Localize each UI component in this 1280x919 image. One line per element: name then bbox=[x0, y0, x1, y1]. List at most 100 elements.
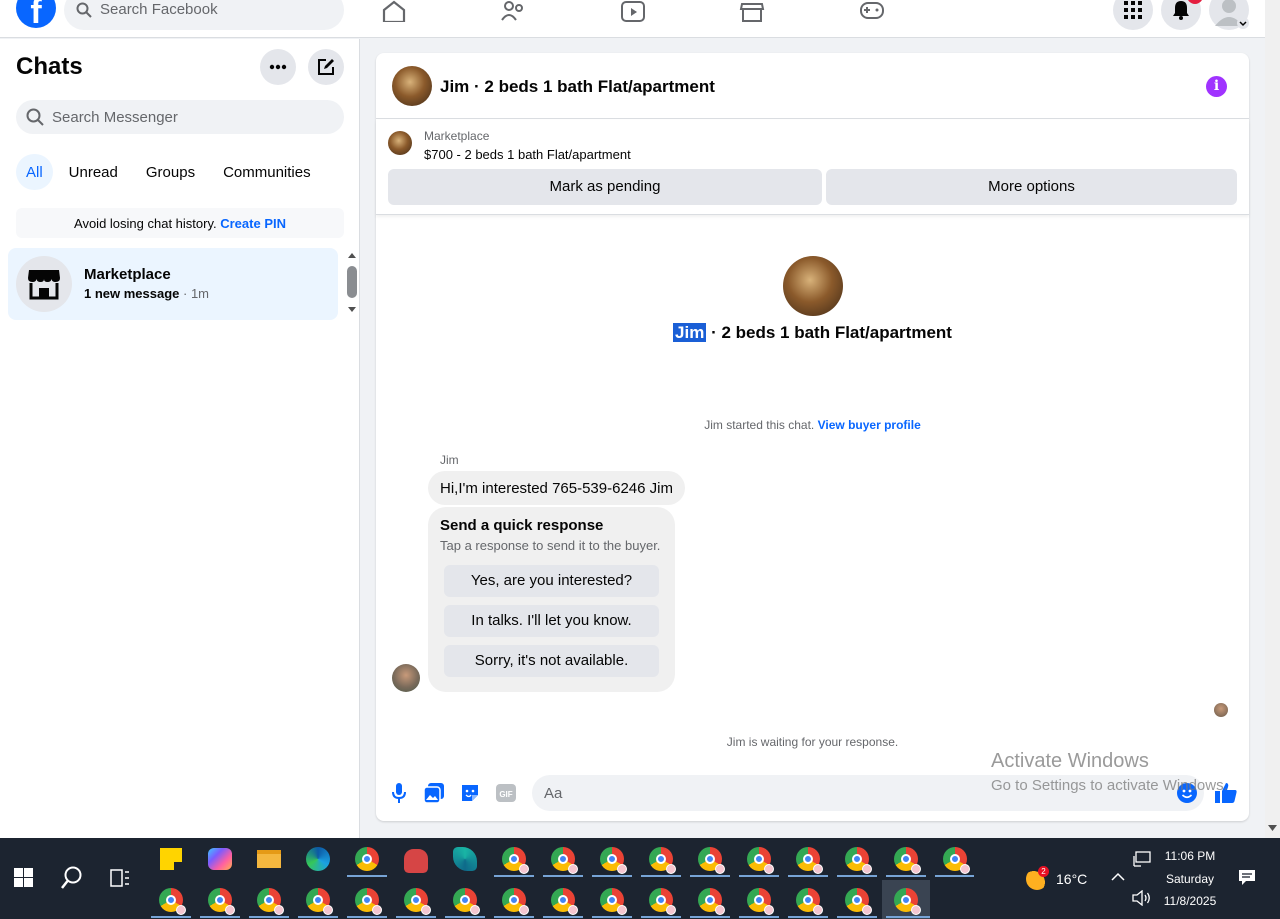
chrome-window-icon[interactable] bbox=[551, 888, 578, 915]
create-pin-link[interactable]: Create PIN bbox=[220, 216, 286, 231]
conversation-title[interactable]: Jim · 2 beds 1 bath Flat/apartment bbox=[440, 77, 715, 97]
chrome-window-icon[interactable] bbox=[355, 888, 382, 915]
marketplace-icon[interactable] bbox=[739, 0, 765, 22]
chrome-window-icon[interactable] bbox=[747, 888, 774, 915]
sidebar-scrollbar[interactable] bbox=[347, 266, 357, 298]
clock-day[interactable]: Saturday bbox=[1160, 872, 1220, 886]
chrome-window-icon[interactable] bbox=[796, 847, 823, 874]
chrome-icon[interactable] bbox=[355, 847, 379, 871]
chat-started-note: Jim started this chat. View buyer profil… bbox=[376, 418, 1249, 432]
quick-response-option[interactable]: In talks. I'll let you know. bbox=[444, 605, 659, 637]
messenger-search-input[interactable]: Search Messenger bbox=[16, 100, 344, 134]
scroll-down-icon[interactable] bbox=[347, 306, 357, 314]
watermark-line2: Go to Settings to activate Windows. bbox=[991, 777, 1228, 794]
gaming-icon[interactable] bbox=[859, 0, 885, 22]
windows-start-icon[interactable] bbox=[14, 868, 33, 887]
chrome-window-icon[interactable] bbox=[159, 888, 186, 915]
chrome-window-icon[interactable] bbox=[698, 888, 725, 915]
more-icon bbox=[269, 64, 287, 70]
quick-response-option[interactable]: Yes, are you interested? bbox=[444, 565, 659, 597]
more-options-button[interactable]: More options bbox=[826, 169, 1237, 205]
chrome-window-icon[interactable] bbox=[502, 888, 529, 915]
sticker-icon bbox=[462, 785, 478, 801]
chrome-window-icon[interactable] bbox=[453, 888, 480, 915]
filter-unread[interactable]: Unread bbox=[57, 154, 130, 190]
listing-title[interactable]: $700 - 2 beds 1 bath Flat/apartment bbox=[424, 147, 631, 162]
scroll-down-icon[interactable] bbox=[1268, 825, 1277, 832]
account-avatar[interactable] bbox=[1209, 0, 1249, 30]
chrome-window-icon[interactable] bbox=[845, 847, 872, 874]
chrome-window-icon[interactable] bbox=[306, 888, 333, 915]
highlighted-name: Jim bbox=[673, 323, 707, 342]
chrome-window-icon[interactable] bbox=[649, 847, 676, 874]
running-indicator bbox=[347, 875, 387, 877]
chrome-window-icon[interactable] bbox=[208, 888, 235, 915]
video-icon[interactable] bbox=[620, 0, 646, 22]
photo-icon bbox=[424, 783, 444, 803]
page-scrollbar[interactable] bbox=[1265, 0, 1280, 838]
chrome-window-icon[interactable] bbox=[600, 847, 627, 874]
sender-avatar[interactable] bbox=[392, 664, 420, 692]
gif-button[interactable]: GIF bbox=[495, 782, 517, 804]
edge-icon[interactable] bbox=[306, 847, 330, 871]
chrome-window-icon[interactable] bbox=[845, 888, 872, 915]
chrome-window-icon[interactable] bbox=[551, 847, 578, 874]
chrome-window-icon[interactable] bbox=[894, 888, 921, 915]
facebook-logo[interactable]: f bbox=[16, 0, 56, 28]
chrome-window-icon[interactable] bbox=[257, 888, 284, 915]
chevron-up-icon[interactable] bbox=[1111, 872, 1125, 881]
search-icon[interactable] bbox=[61, 866, 83, 890]
chrome-window-icon[interactable] bbox=[943, 847, 970, 874]
file-explorer-icon[interactable] bbox=[257, 850, 281, 868]
chrome-window-icon[interactable] bbox=[404, 888, 431, 915]
copilot-icon[interactable] bbox=[208, 848, 232, 870]
chat-preview-text: 1 new message bbox=[84, 286, 180, 301]
top-navigation-bar: f Search Facebook bbox=[0, 0, 1265, 38]
filter-groups[interactable]: Groups bbox=[134, 154, 207, 190]
chrome-window-icon[interactable] bbox=[894, 847, 921, 874]
network-icon[interactable] bbox=[1133, 851, 1151, 867]
home-icon[interactable] bbox=[381, 0, 407, 22]
chrome-window-icon[interactable] bbox=[649, 888, 676, 915]
chrome-window-icon[interactable] bbox=[796, 888, 823, 915]
search-icon bbox=[76, 2, 92, 18]
scroll-up-icon[interactable] bbox=[347, 251, 357, 259]
chat-item-marketplace[interactable]: Marketplace 1 new message · 1m bbox=[8, 248, 338, 320]
center-title-rest: · 2 beds 1 bath Flat/apartment bbox=[706, 323, 952, 342]
quick-response-option[interactable]: Sorry, it's not available. bbox=[444, 645, 659, 677]
task-view-icon[interactable] bbox=[110, 869, 130, 887]
sticker-button[interactable] bbox=[459, 782, 481, 804]
voice-clip-button[interactable] bbox=[388, 782, 410, 804]
info-icon[interactable]: i bbox=[1206, 76, 1227, 97]
chrome-window-icon[interactable] bbox=[600, 888, 627, 915]
windows-taskbar: 2 16°C 11:06 PM Saturday 11/8/2025 bbox=[0, 838, 1280, 919]
listing-small-thumbnail[interactable] bbox=[388, 131, 412, 155]
marketplace-listing-strip: Marketplace $700 - 2 beds 1 bath Flat/ap… bbox=[376, 120, 1249, 215]
listing-thumbnail[interactable] bbox=[392, 66, 432, 106]
sticky-notes-icon[interactable] bbox=[160, 848, 182, 870]
listing-center-avatar[interactable] bbox=[783, 256, 843, 316]
chrome-window-icon[interactable] bbox=[747, 847, 774, 874]
incoming-message[interactable]: Hi,I'm interested 765-539-6246 Jim bbox=[428, 471, 685, 505]
volume-icon[interactable] bbox=[1132, 890, 1152, 906]
app-icon[interactable] bbox=[453, 847, 477, 871]
new-message-button[interactable] bbox=[308, 49, 344, 85]
friends-icon[interactable] bbox=[500, 0, 526, 22]
notification-center-icon[interactable] bbox=[1238, 869, 1256, 886]
menu-grid-button[interactable] bbox=[1113, 0, 1153, 30]
clock-date[interactable]: 11/8/2025 bbox=[1160, 894, 1220, 908]
clock-time[interactable]: 11:06 PM bbox=[1160, 849, 1220, 863]
conversation-header: Jim · 2 beds 1 bath Flat/apartment i bbox=[376, 53, 1249, 119]
weather-temperature[interactable]: 16°C bbox=[1056, 871, 1087, 887]
app-icon[interactable] bbox=[404, 849, 428, 873]
mark-as-pending-button[interactable]: Mark as pending bbox=[388, 169, 822, 205]
chat-options-button[interactable] bbox=[260, 49, 296, 85]
filter-all[interactable]: All bbox=[16, 154, 53, 190]
filter-communities[interactable]: Communities bbox=[211, 154, 323, 190]
chrome-window-icon[interactable] bbox=[502, 847, 529, 874]
facebook-search-input[interactable]: Search Facebook bbox=[64, 0, 344, 30]
chrome-window-icon[interactable] bbox=[698, 847, 725, 874]
view-buyer-profile-link[interactable]: View buyer profile bbox=[818, 418, 921, 432]
attach-media-button[interactable] bbox=[423, 782, 445, 804]
notifications-button[interactable] bbox=[1161, 0, 1203, 30]
